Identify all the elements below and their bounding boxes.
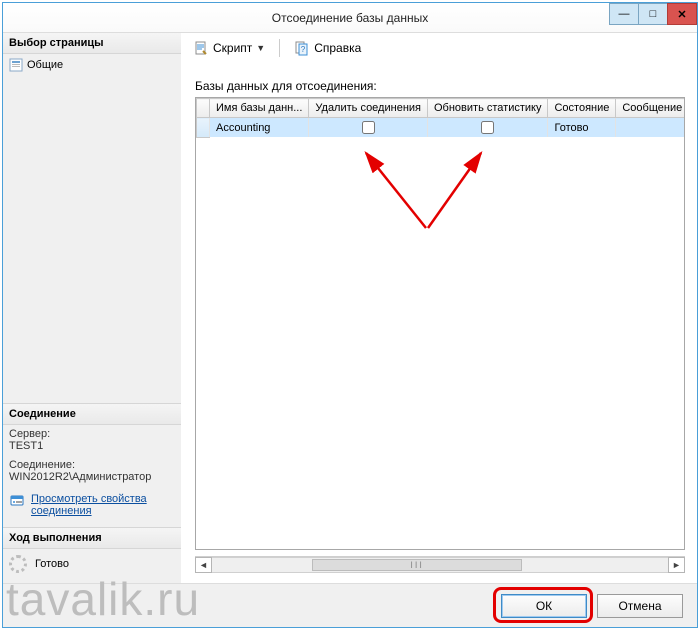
content-area: Базы данных для отсоединения: <box>181 63 697 583</box>
connection-header: Соединение <box>3 404 181 425</box>
scroll-left-button[interactable]: ◄ <box>195 557 212 573</box>
window-controls: — □ ✕ <box>609 3 697 25</box>
col-state[interactable]: Состояние <box>548 99 616 118</box>
connection-properties-icon <box>9 493 25 509</box>
ok-button[interactable]: ОК <box>501 594 587 618</box>
progress-section: Ход выполнения Готово <box>3 527 181 583</box>
toolbar: Скрипт ▼ ? Справка <box>181 33 697 63</box>
help-label: Справка <box>314 41 361 55</box>
svg-text:?: ? <box>301 45 306 54</box>
horizontal-scrollbar[interactable]: ◄ III ► <box>195 556 685 573</box>
cell-update-statistics <box>428 118 548 138</box>
drop-connections-checkbox[interactable] <box>362 121 375 134</box>
help-icon: ? <box>294 40 310 56</box>
cell-message <box>616 118 685 138</box>
col-name[interactable]: Имя базы данн... <box>210 99 309 118</box>
titlebar: Отсоединение базы данных — □ ✕ <box>3 3 697 33</box>
server-value: TEST1 <box>9 440 175 456</box>
dialog-footer: ОК Отмена <box>3 583 697 627</box>
script-button[interactable]: Скрипт ▼ <box>189 38 269 58</box>
maximize-icon: □ <box>650 8 657 20</box>
scroll-track[interactable]: III <box>212 557 668 573</box>
progress-header: Ход выполнения <box>3 528 181 549</box>
col-update-statistics[interactable]: Обновить статистику <box>428 99 548 118</box>
table-header-row: Имя базы данн... Удалить соединения Обно… <box>197 99 686 118</box>
server-label: Сервер: <box>9 428 175 440</box>
progress-spinner-icon <box>9 555 27 573</box>
view-connection-properties-link[interactable]: Просмотреть свойства соединения <box>31 493 175 517</box>
view-connection-properties[interactable]: Просмотреть свойства соединения <box>3 487 181 527</box>
page-icon <box>9 58 23 72</box>
script-icon <box>193 40 209 56</box>
page-select-header: Выбор страницы <box>3 33 181 54</box>
databases-label: Базы данных для отсоединения: <box>195 79 685 93</box>
sidebar: Выбор страницы Общие Соеди <box>3 33 181 583</box>
cancel-button[interactable]: Отмена <box>597 594 683 618</box>
cell-drop-connections <box>309 118 428 138</box>
col-message[interactable]: Сообщение <box>616 99 685 118</box>
window-title: Отсоединение базы данных <box>3 11 697 25</box>
connection-section: Соединение Сервер: TEST1 Соединение: WIN… <box>3 403 181 527</box>
cell-db-name: Accounting <box>210 118 309 138</box>
row-header-cell <box>197 118 210 138</box>
toolbar-separator <box>279 39 280 57</box>
table-row[interactable]: Accounting Готово <box>197 118 686 138</box>
connection-value: WIN2012R2\Администратор <box>9 471 175 487</box>
chevron-down-icon: ▼ <box>256 43 265 53</box>
scroll-right-button[interactable]: ► <box>668 557 685 573</box>
cell-state: Готово <box>548 118 616 138</box>
progress-status: Готово <box>35 558 69 570</box>
row-header-corner <box>197 99 210 118</box>
scroll-thumb[interactable]: III <box>312 559 522 571</box>
update-statistics-checkbox[interactable] <box>481 121 494 134</box>
page-list: Общие <box>3 54 181 84</box>
close-icon: ✕ <box>677 8 686 21</box>
col-drop-connections[interactable]: Удалить соединения <box>309 99 428 118</box>
databases-grid: Имя базы данн... Удалить соединения Обно… <box>195 97 685 550</box>
sidebar-item-label: Общие <box>27 59 63 71</box>
connection-label: Соединение: <box>9 459 175 471</box>
help-button[interactable]: ? Справка <box>290 38 365 58</box>
dialog-body: Выбор страницы Общие Соеди <box>3 33 697 583</box>
main-panel: Скрипт ▼ ? Справка Базы данны <box>181 33 697 583</box>
databases-table: Имя базы данн... Удалить соединения Обно… <box>196 98 685 138</box>
close-button[interactable]: ✕ <box>667 3 697 25</box>
script-label: Скрипт <box>213 41 252 55</box>
sidebar-item-general[interactable]: Общие <box>9 56 175 78</box>
maximize-button[interactable]: □ <box>638 3 668 25</box>
minimize-button[interactable]: — <box>609 3 639 25</box>
dialog-window: Отсоединение базы данных — □ ✕ Выбор стр… <box>2 2 698 628</box>
minimize-icon: — <box>619 8 630 20</box>
